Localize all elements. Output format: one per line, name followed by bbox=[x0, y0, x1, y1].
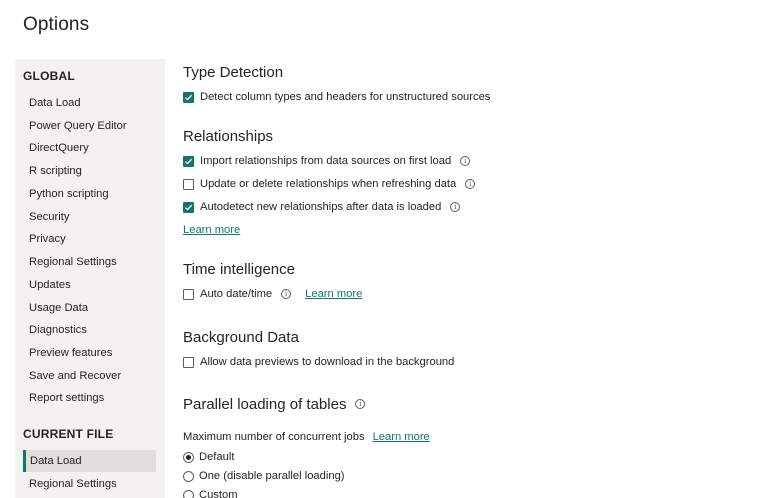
update-relationships-checkbox[interactable] bbox=[183, 178, 194, 190]
sidebar-item-updates[interactable]: Updates bbox=[23, 274, 156, 296]
autodetect-relationships-checkbox[interactable] bbox=[183, 201, 194, 213]
sidebar-item-preview-features[interactable]: Preview features bbox=[23, 342, 156, 364]
sidebar-item-privacy[interactable]: Privacy bbox=[23, 228, 156, 250]
parallel-option-custom: Custom bbox=[183, 487, 238, 498]
parallel-custom-radio[interactable] bbox=[183, 489, 194, 498]
parallel-default-label: Default bbox=[199, 451, 235, 463]
info-icon[interactable]: i bbox=[465, 179, 476, 189]
import-relationships-label: Import relationships from data sources o… bbox=[200, 155, 452, 167]
background-preview-checkbox[interactable] bbox=[183, 356, 194, 368]
autodetect-relationships-option: Autodetect new relationships after data … bbox=[183, 199, 461, 215]
import-relationships-checkbox[interactable] bbox=[183, 155, 194, 167]
background-preview-label: Allow data previews to download in the b… bbox=[200, 356, 455, 368]
sidebar-header-current-file: CURRENT FILE bbox=[23, 427, 114, 441]
auto-date-time-label: Auto date/time bbox=[200, 288, 273, 300]
sidebar-item-power-query-editor[interactable]: Power Query Editor bbox=[23, 115, 156, 137]
sidebar-item-current-regional-settings[interactable]: Regional Settings bbox=[23, 473, 156, 495]
time-intelligence-learn-more-link[interactable]: Learn more bbox=[305, 288, 362, 300]
checkmark-icon bbox=[185, 158, 193, 165]
relationships-learn-more-link[interactable]: Learn more bbox=[183, 224, 240, 236]
section-heading-background-data: Background Data bbox=[183, 329, 299, 346]
checkmark-icon bbox=[185, 204, 193, 211]
parallel-option-one: One (disable parallel loading) bbox=[183, 468, 345, 484]
parallel-custom-label: Custom bbox=[199, 489, 238, 498]
relationships-learn-more-row: Learn more bbox=[183, 222, 240, 238]
info-icon[interactable]: i bbox=[460, 156, 471, 166]
sidebar-item-security[interactable]: Security bbox=[23, 206, 156, 228]
info-icon[interactable]: i bbox=[281, 289, 292, 299]
max-concurrent-jobs-row: Maximum number of concurrent jobs Learn … bbox=[183, 429, 430, 445]
sidebar-item-report-settings[interactable]: Report settings bbox=[23, 387, 156, 409]
options-content: Type Detection Detect column types and h… bbox=[183, 0, 768, 498]
update-relationships-option: Update or delete relationships when refr… bbox=[183, 176, 476, 192]
parallel-one-label: One (disable parallel loading) bbox=[199, 470, 345, 482]
sidebar-item-save-and-recover[interactable]: Save and Recover bbox=[23, 365, 156, 387]
section-heading-type-detection: Type Detection bbox=[183, 64, 284, 81]
info-icon[interactable]: i bbox=[450, 202, 461, 212]
section-heading-time-intelligence: Time intelligence bbox=[183, 261, 295, 278]
parallel-one-radio[interactable] bbox=[183, 470, 194, 482]
sidebar-item-data-load[interactable]: Data Load bbox=[23, 92, 156, 114]
import-relationships-option: Import relationships from data sources o… bbox=[183, 153, 471, 169]
sidebar-item-regional-settings[interactable]: Regional Settings bbox=[23, 251, 156, 273]
update-relationships-label: Update or delete relationships when refr… bbox=[200, 178, 457, 190]
parallel-option-default: Default bbox=[183, 449, 234, 465]
detect-column-types-option: Detect column types and headers for unst… bbox=[183, 89, 490, 105]
options-sidebar: GLOBAL Data Load Power Query Editor Dire… bbox=[15, 59, 165, 498]
sidebar-item-r-scripting[interactable]: R scripting bbox=[23, 160, 156, 182]
max-concurrent-jobs-label: Maximum number of concurrent jobs bbox=[183, 431, 365, 443]
page-title: Options bbox=[23, 14, 90, 35]
sidebar-item-directquery[interactable]: DirectQuery bbox=[23, 137, 156, 159]
parallel-default-radio[interactable] bbox=[183, 451, 194, 463]
auto-date-time-checkbox[interactable] bbox=[183, 288, 194, 300]
sidebar-item-usage-data[interactable]: Usage Data bbox=[23, 297, 156, 319]
sidebar-item-python-scripting[interactable]: Python scripting bbox=[23, 183, 156, 205]
autodetect-relationships-label: Autodetect new relationships after data … bbox=[200, 201, 442, 213]
parallel-loading-learn-more-link[interactable]: Learn more bbox=[373, 431, 430, 443]
detect-column-types-checkbox[interactable] bbox=[183, 91, 194, 103]
sidebar-item-diagnostics[interactable]: Diagnostics bbox=[23, 319, 156, 341]
sidebar-header-global: GLOBAL bbox=[23, 69, 75, 83]
parallel-loading-heading-row: Parallel loading of tables i bbox=[183, 394, 366, 414]
info-icon[interactable]: i bbox=[355, 399, 366, 409]
section-heading-relationships: Relationships bbox=[183, 128, 274, 145]
auto-date-time-option: Auto date/time i Learn more bbox=[183, 286, 362, 302]
sidebar-item-current-data-load[interactable]: Data Load bbox=[23, 450, 156, 472]
section-heading-parallel-loading: Parallel loading of tables bbox=[183, 395, 347, 413]
checkmark-icon bbox=[185, 94, 193, 101]
detect-column-types-label: Detect column types and headers for unst… bbox=[200, 91, 491, 103]
background-preview-option: Allow data previews to download in the b… bbox=[183, 354, 454, 370]
